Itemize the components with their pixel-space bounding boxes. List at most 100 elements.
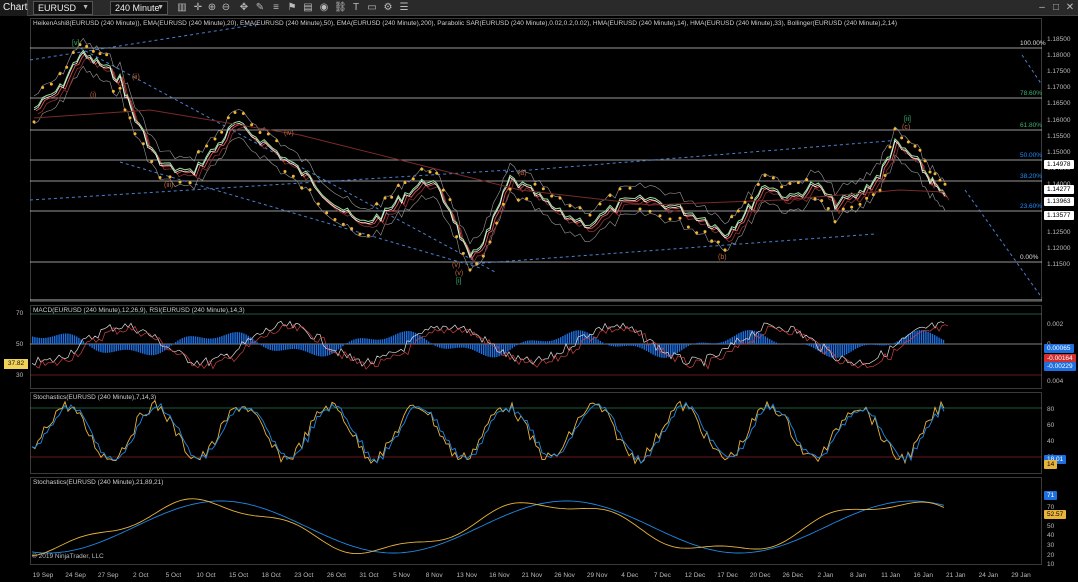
trend-line xyxy=(119,161,481,269)
hma-line xyxy=(33,49,946,257)
parabolic-sar-dot xyxy=(41,85,45,89)
macd-histogram-bar xyxy=(621,344,623,347)
macd-histogram-bar xyxy=(216,337,219,344)
macd-histogram-bar xyxy=(320,344,322,357)
macd-histogram-bar xyxy=(69,333,71,344)
macd-histogram-bar xyxy=(887,344,890,345)
macd-histogram-bar xyxy=(927,331,929,344)
time-axis-tick: 20 Dec xyxy=(749,572,771,579)
parabolic-sar-dot xyxy=(756,183,760,187)
trend-line xyxy=(1021,54,1043,86)
macd-panel-title: MACD(EURUSD (240 Minute),12,26,9), RSI(E… xyxy=(33,307,245,314)
macd-histogram-bar xyxy=(331,344,333,354)
macd-histogram-bar xyxy=(709,343,711,344)
macd-histogram-bar xyxy=(93,344,95,350)
macd-histogram-bar xyxy=(637,344,639,347)
parabolic-sar-dot xyxy=(133,132,137,136)
macd-histogram-bar xyxy=(480,344,483,355)
macd-histogram-bar xyxy=(841,344,843,357)
elliott-wave-label: (v) xyxy=(452,262,461,269)
macd-histogram-bar xyxy=(716,343,718,344)
macd-histogram-bar xyxy=(546,341,549,344)
macd-histogram-bar xyxy=(131,344,133,351)
macd-histogram-bar xyxy=(87,344,89,345)
parabolic-sar-dot xyxy=(736,209,740,213)
parabolic-sar-dot xyxy=(906,140,910,144)
parabolic-sar-dot xyxy=(98,52,102,56)
time-axis-tick: 24 Sep xyxy=(65,572,86,579)
macd-histogram-bar xyxy=(357,338,359,344)
parabolic-sar-dot xyxy=(233,111,237,115)
macd-histogram-bar xyxy=(597,339,599,344)
macd-histogram-bar xyxy=(879,344,881,346)
macd-histogram-bar xyxy=(126,344,128,350)
price-badge: 1.13963 xyxy=(1044,197,1074,206)
macd-histogram-bar xyxy=(212,338,214,344)
macd-histogram-bar xyxy=(366,338,368,344)
parabolic-sar-dot xyxy=(91,49,95,53)
macd-histogram-bar xyxy=(923,330,925,344)
macd-histogram-bar xyxy=(771,340,773,344)
chart-canvas[interactable] xyxy=(0,0,1078,582)
parabolic-sar-dot xyxy=(455,235,459,239)
trend-line xyxy=(504,139,901,173)
macd-histogram-bar xyxy=(324,344,326,357)
macd-histogram-bar xyxy=(304,344,307,352)
macd-histogram-bar xyxy=(395,334,397,344)
time-axis-tick: 31 Oct xyxy=(359,572,379,579)
macd-histogram-bar xyxy=(478,344,480,353)
parabolic-sar-dot xyxy=(316,202,320,206)
time-axis-tick: 19 Sep xyxy=(32,572,54,579)
macd-histogram-bar xyxy=(450,344,452,349)
macd-histogram-bar xyxy=(931,333,934,344)
time-axis-tick: 26 Nov xyxy=(554,572,575,579)
macd-histogram-bar xyxy=(535,340,538,344)
time-axis-tick: 13 Nov xyxy=(456,572,478,579)
macd-histogram-bar xyxy=(166,344,168,349)
macd-histogram-bar xyxy=(32,336,34,344)
parabolic-sar-dot xyxy=(788,182,792,186)
parabolic-sar-dot xyxy=(168,175,172,179)
parabolic-sar-dot xyxy=(65,65,69,69)
parabolic-sar-dot xyxy=(226,116,230,120)
macd-histogram-bar xyxy=(872,344,874,345)
parabolic-sar-dot xyxy=(865,196,869,200)
macd-histogram-bar xyxy=(806,344,808,346)
time-axis-tick: 27 Sep xyxy=(97,572,119,579)
stoch2-axis-tick: 20 xyxy=(1047,551,1055,559)
parabolic-sar-dot xyxy=(481,254,485,258)
macd-histogram-bar xyxy=(133,344,135,351)
time-axis-tick: 17 Dec xyxy=(717,572,738,579)
macd-histogram-bar xyxy=(907,334,909,344)
macd-histogram-bar xyxy=(221,336,223,344)
macd-histogram-bar xyxy=(773,341,775,344)
macd-histogram-bar xyxy=(76,336,78,344)
macd-histogram-bar xyxy=(439,344,441,348)
macd-histogram-bar xyxy=(179,339,181,344)
macd-histogram-bar xyxy=(351,340,353,344)
time-axis-tick: 2 Oct xyxy=(133,572,149,579)
macd-histogram-bar xyxy=(599,340,601,344)
stoch1-axis-tick: 80 xyxy=(1047,406,1055,413)
macd-histogram-bar xyxy=(170,344,172,346)
parabolic-sar-dot xyxy=(608,193,612,197)
macd-histogram-bar xyxy=(384,338,386,344)
macd-histogram-bar xyxy=(106,344,109,353)
macd-histogram-bar xyxy=(643,344,645,350)
trend-line xyxy=(29,23,261,61)
time-axis-tick: 11 Jan xyxy=(881,572,901,579)
macd-histogram-bar xyxy=(65,333,67,344)
price-badge: 1.14978 xyxy=(1044,160,1074,169)
macd-histogram-bar xyxy=(940,338,942,344)
parabolic-sar-dot xyxy=(871,193,875,197)
macd-histogram-bar xyxy=(467,344,469,349)
macd-histogram-bar xyxy=(313,344,315,355)
parabolic-sar-dot xyxy=(358,232,362,236)
macd-histogram-bar xyxy=(485,344,487,356)
macd-histogram-bar xyxy=(95,344,98,351)
macd-histogram-bar xyxy=(73,335,76,344)
stoch-d-line xyxy=(31,401,945,465)
macd-histogram-bar xyxy=(432,344,434,345)
macd-histogram-bar xyxy=(538,340,540,344)
parabolic-sar-dot xyxy=(448,198,452,202)
